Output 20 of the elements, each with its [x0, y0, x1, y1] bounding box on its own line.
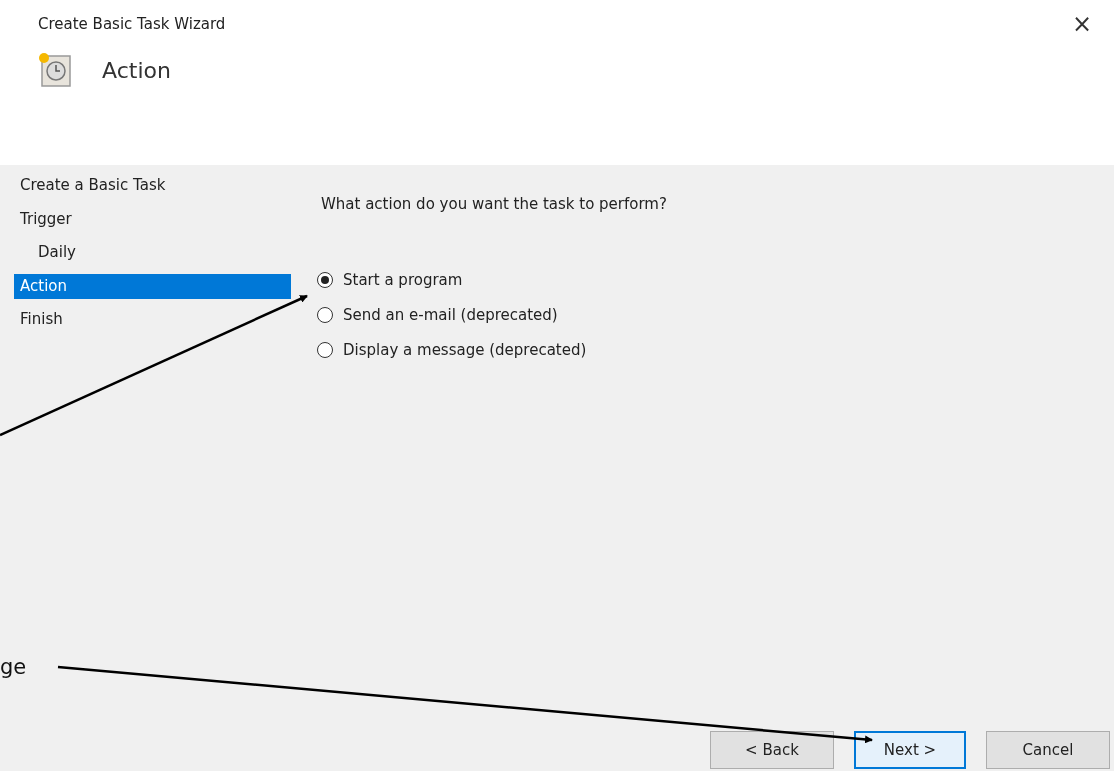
question-text: What action do you want the task to perform?: [321, 195, 667, 213]
option-label[interactable]: Start a program: [343, 271, 463, 289]
option-label[interactable]: Send an e-mail (deprecated): [343, 306, 558, 324]
option-label[interactable]: Display a message (deprecated): [343, 341, 587, 359]
step-item[interactable]: Finish: [14, 307, 291, 332]
window-title: Create Basic Task Wizard: [38, 15, 226, 33]
wizard-button[interactable]: Next >: [854, 731, 966, 769]
wizard-button[interactable]: < Back: [710, 731, 834, 769]
step-item[interactable]: Create a Basic Task: [14, 173, 291, 198]
step-item[interactable]: Trigger: [14, 206, 291, 232]
radio-button[interactable]: [317, 272, 333, 288]
clock-icon: [38, 52, 72, 88]
annotation-text: ge: [0, 655, 27, 679]
close-button[interactable]: ×: [1071, 10, 1092, 38]
wizard-button[interactable]: Cancel: [986, 731, 1110, 769]
step-item[interactable]: Action: [14, 273, 291, 299]
page-heading: Action: [102, 57, 171, 83]
step-item[interactable]: Daily: [14, 240, 291, 265]
radio-button[interactable]: [317, 307, 333, 323]
radio-button[interactable]: [317, 342, 333, 358]
